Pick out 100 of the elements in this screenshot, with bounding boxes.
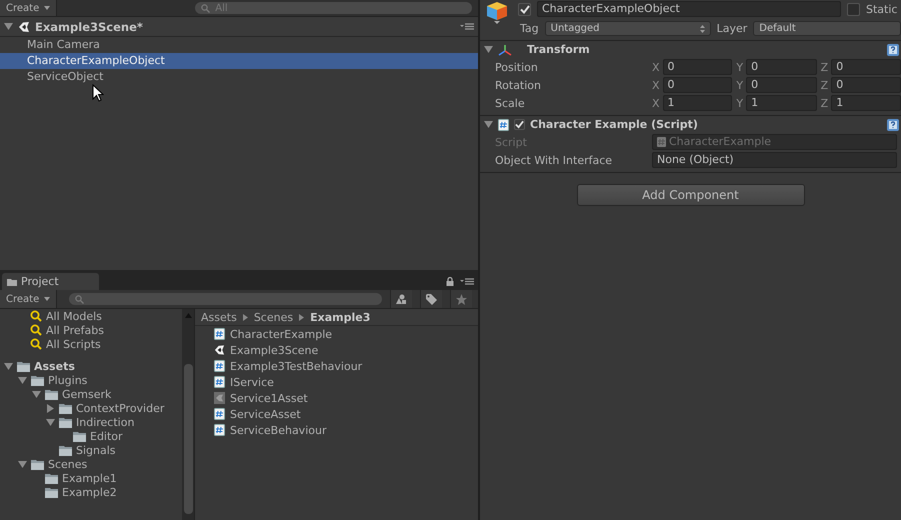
active-checkbox[interactable] [518, 2, 531, 16]
axes-icon [498, 44, 512, 56]
create-button[interactable]: Create [0, 290, 58, 308]
menu-icon[interactable] [460, 278, 474, 285]
chevron-icon [242, 314, 248, 320]
tab-label[interactable]: Project [21, 275, 59, 288]
scene-name[interactable]: Example3Scene* [35, 20, 455, 34]
number-field[interactable]: 1 [831, 95, 901, 111]
object-field[interactable]: None (Object) [652, 152, 897, 168]
expand-triangle-icon[interactable] [484, 46, 493, 53]
expand-triangle-icon[interactable] [46, 418, 55, 426]
folder-item[interactable]: Example2 [62, 486, 117, 498]
folder-item[interactable]: Plugins [48, 374, 88, 386]
file-item[interactable]: ServiceBehaviour [230, 424, 326, 436]
layer-dropdown[interactable]: Default [753, 21, 901, 36]
layer-label: Layer [716, 22, 748, 35]
create-button[interactable]: Create [0, 0, 58, 16]
folder-item[interactable]: Indirection [76, 416, 134, 428]
folder-icon [31, 374, 44, 386]
folder-item[interactable]: Scenes [48, 458, 88, 470]
tag-label: Tag [520, 22, 539, 35]
favorite-item[interactable]: All Scripts [46, 338, 101, 350]
file-item[interactable]: Example3TestBehaviour [230, 360, 362, 372]
expand-triangle-icon[interactable] [4, 362, 13, 370]
name-field[interactable]: CharacterExampleObject [537, 1, 841, 17]
file-item[interactable]: ServiceAsset [230, 408, 301, 420]
filter-by-label-button[interactable] [420, 290, 442, 308]
expand-triangle-icon[interactable] [18, 376, 27, 384]
expand-triangle-icon[interactable] [47, 404, 54, 412]
folder-icon [59, 444, 72, 456]
file-item[interactable]: CharacterExample [230, 328, 332, 340]
axis-label: Z [820, 96, 828, 110]
lock-icon[interactable] [446, 277, 454, 286]
folder-icon [45, 388, 58, 400]
breadcrumb-item[interactable]: Assets [201, 310, 237, 324]
scrollbar-thumb[interactable] [184, 364, 192, 514]
favorite-item[interactable]: All Prefabs [46, 324, 104, 336]
axis-label: X [652, 60, 660, 74]
hierarchy-item[interactable]: ServiceObject [0, 69, 478, 85]
number-field[interactable]: 1 [746, 95, 817, 111]
hierarchy-item[interactable]: CharacterExampleObject [0, 53, 478, 69]
expand-triangle-icon[interactable] [484, 121, 493, 128]
folder-item[interactable]: Assets [34, 360, 75, 372]
number-field[interactable]: 0 [746, 59, 817, 75]
property-label: Position [495, 60, 539, 74]
folder-icon [73, 430, 86, 442]
static-checkbox[interactable] [847, 2, 860, 16]
number-field[interactable]: 0 [831, 77, 901, 93]
tag-dropdown[interactable]: Untagged [544, 21, 711, 36]
expand-triangle-icon[interactable] [4, 23, 13, 30]
number-field[interactable]: 0 [662, 59, 732, 75]
property-label: Rotation [495, 78, 542, 92]
asset-file-icon [214, 392, 225, 404]
folder-icon [59, 416, 72, 428]
script-file-icon [214, 408, 225, 420]
folder-item[interactable]: Editor [90, 430, 123, 442]
shapes-icon [396, 294, 407, 304]
unity-logo-icon [214, 344, 225, 356]
help-icon[interactable] [887, 118, 899, 130]
folder-icon [31, 458, 44, 470]
folder-item[interactable]: Gemserk [62, 388, 112, 400]
search-field[interactable] [69, 293, 382, 305]
expand-triangle-icon[interactable] [18, 460, 27, 468]
updown-arrows-icon [700, 24, 705, 32]
file-item[interactable]: Example3Scene [230, 344, 318, 356]
expand-triangle-icon[interactable] [32, 390, 41, 398]
project-tab[interactable]: Project [2, 273, 99, 290]
script-file-icon [214, 376, 225, 388]
search-icon [30, 324, 42, 336]
file-item[interactable]: IService [230, 376, 274, 388]
script-file-icon [657, 137, 666, 147]
caret-icon [44, 6, 50, 10]
tag-icon [426, 294, 437, 304]
axis-label: X [652, 78, 660, 92]
number-field[interactable]: 1 [662, 95, 732, 111]
favorite-item[interactable]: All Models [46, 310, 102, 322]
enabled-checkbox[interactable] [514, 119, 525, 130]
component-title[interactable]: Transform [517, 43, 882, 56]
filter-by-type-button[interactable] [390, 290, 412, 308]
axis-label: Y [736, 78, 744, 92]
component-title[interactable]: Character Example (Script) [530, 118, 882, 131]
menu-icon[interactable] [460, 23, 474, 30]
folder-item[interactable]: Signals [76, 444, 116, 456]
chevron-icon [299, 314, 304, 320]
favorites-button[interactable] [450, 290, 472, 308]
folder-item[interactable]: ContextProvider [76, 402, 164, 414]
file-item[interactable]: Service1Asset [230, 392, 308, 404]
axis-label: Z [820, 60, 828, 74]
hierarchy-item[interactable]: Main Camera [0, 37, 478, 53]
search-icon [30, 338, 42, 350]
number-field[interactable]: 0 [746, 77, 817, 93]
axis-label: X [652, 96, 660, 110]
folder-item[interactable]: Example1 [62, 472, 117, 484]
help-icon[interactable] [887, 44, 899, 56]
breadcrumb-item[interactable]: Scenes [254, 310, 294, 324]
scrollbar[interactable] [182, 309, 194, 520]
breadcrumb-item[interactable]: Example3 [310, 310, 370, 324]
number-field[interactable]: 0 [662, 77, 732, 93]
add-component-button[interactable]: Add Component [576, 184, 804, 206]
number-field[interactable]: 0 [831, 59, 901, 75]
